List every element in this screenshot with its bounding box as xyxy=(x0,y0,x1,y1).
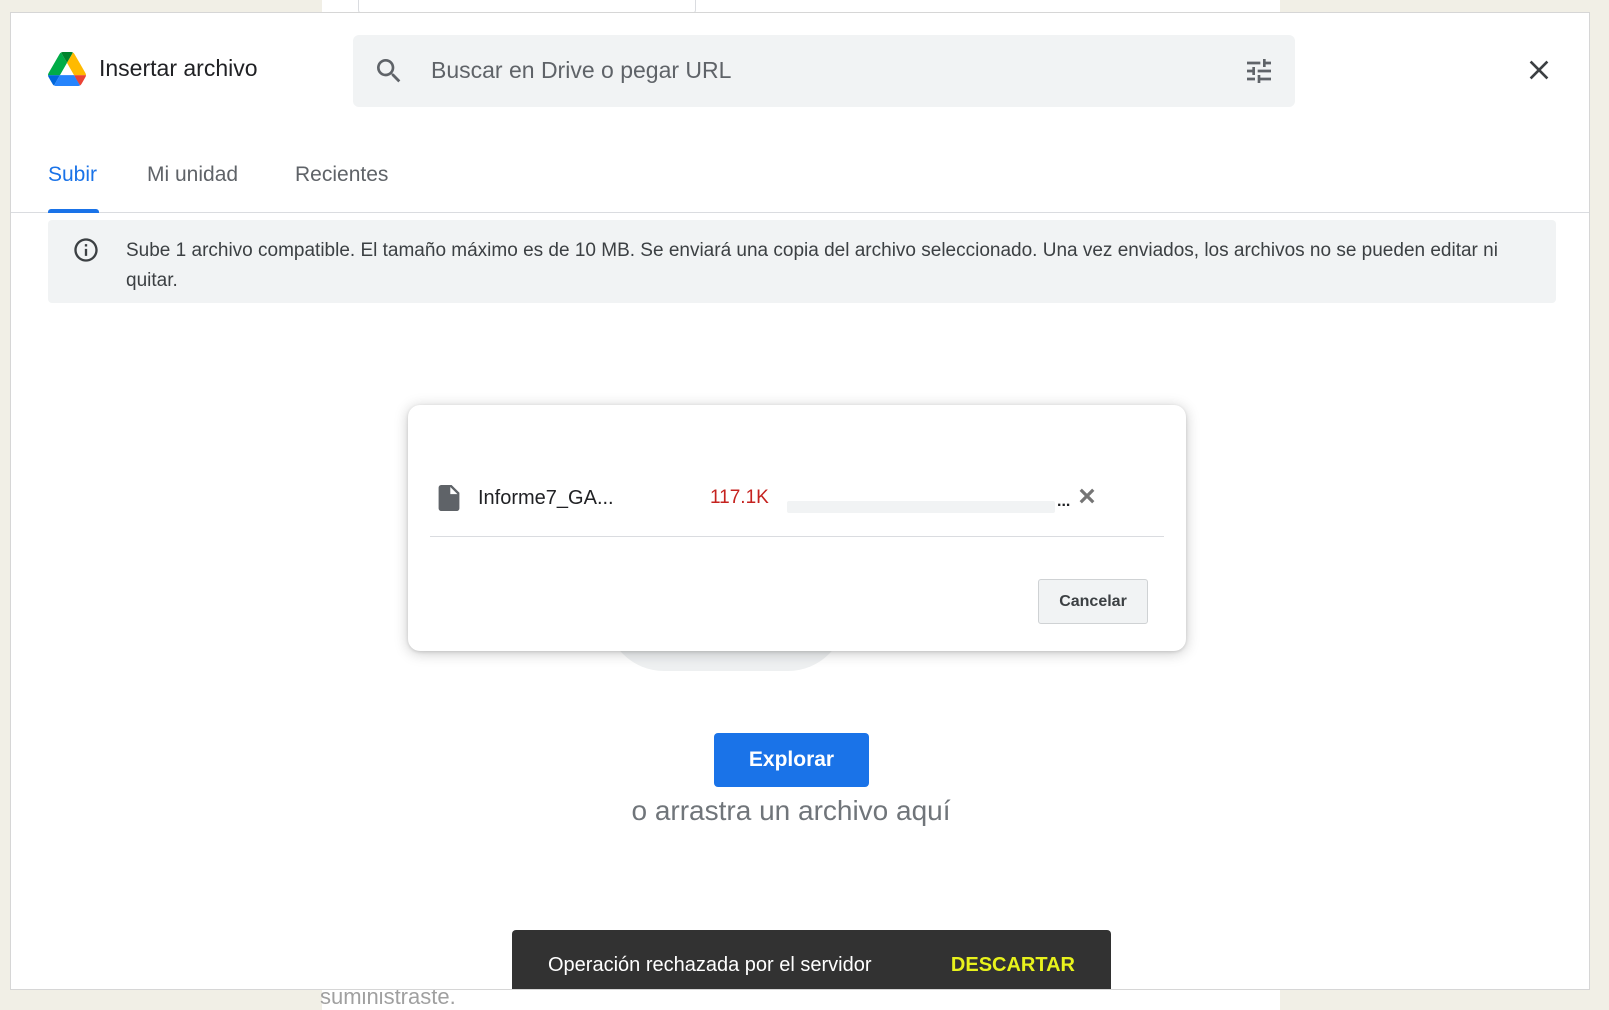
info-icon xyxy=(74,238,98,262)
tab-bar: Subir Mi unidad Recientes xyxy=(11,133,1589,213)
active-tab-indicator xyxy=(48,209,99,213)
upload-popup: Informe7_GA... 117.1K ... Cancelar xyxy=(408,405,1186,651)
upload-progress-bar xyxy=(787,501,1055,513)
info-text: Sube 1 archivo compatible. El tamaño máx… xyxy=(126,240,1498,291)
search-input[interactable]: Buscar en Drive o pegar URL xyxy=(431,57,731,84)
upload-ellipsis: ... xyxy=(1057,493,1071,510)
dismiss-button[interactable]: DESCARTAR xyxy=(951,954,1075,977)
insert-file-dialog: Insertar archivo Buscar en Drive o pegar… xyxy=(10,12,1590,990)
dialog-title: Insertar archivo xyxy=(99,55,258,81)
upload-divider xyxy=(430,536,1164,537)
tab-mi-unidad[interactable]: Mi unidad xyxy=(147,163,238,187)
drag-hint: o arrastra un archivo aquí xyxy=(631,795,951,826)
info-banner: Sube 1 archivo compatible. El tamaño máx… xyxy=(48,220,1556,303)
snackbar-message: Operación rechazada por el servidor xyxy=(548,954,872,976)
close-icon[interactable] xyxy=(1523,54,1555,86)
cancel-button[interactable]: Cancelar xyxy=(1038,579,1148,624)
google-drive-logo-icon xyxy=(48,52,86,86)
snackbar: Operación rechazada por el servidor DESC… xyxy=(512,930,1111,989)
upload-file-size: 117.1K xyxy=(710,487,769,508)
browse-button[interactable]: Explorar xyxy=(714,733,869,787)
file-icon xyxy=(438,485,460,511)
tab-subir[interactable]: Subir xyxy=(48,163,97,187)
tune-icon[interactable] xyxy=(1243,55,1275,87)
upload-file-name: Informe7_GA... xyxy=(478,487,614,509)
tab-recientes[interactable]: Recientes xyxy=(295,163,388,187)
dialog-header: Insertar archivo Buscar en Drive o pegar… xyxy=(11,13,1589,125)
search-icon[interactable] xyxy=(373,55,405,87)
search-bar[interactable]: Buscar en Drive o pegar URL xyxy=(353,35,1295,107)
remove-icon[interactable] xyxy=(1076,485,1098,507)
